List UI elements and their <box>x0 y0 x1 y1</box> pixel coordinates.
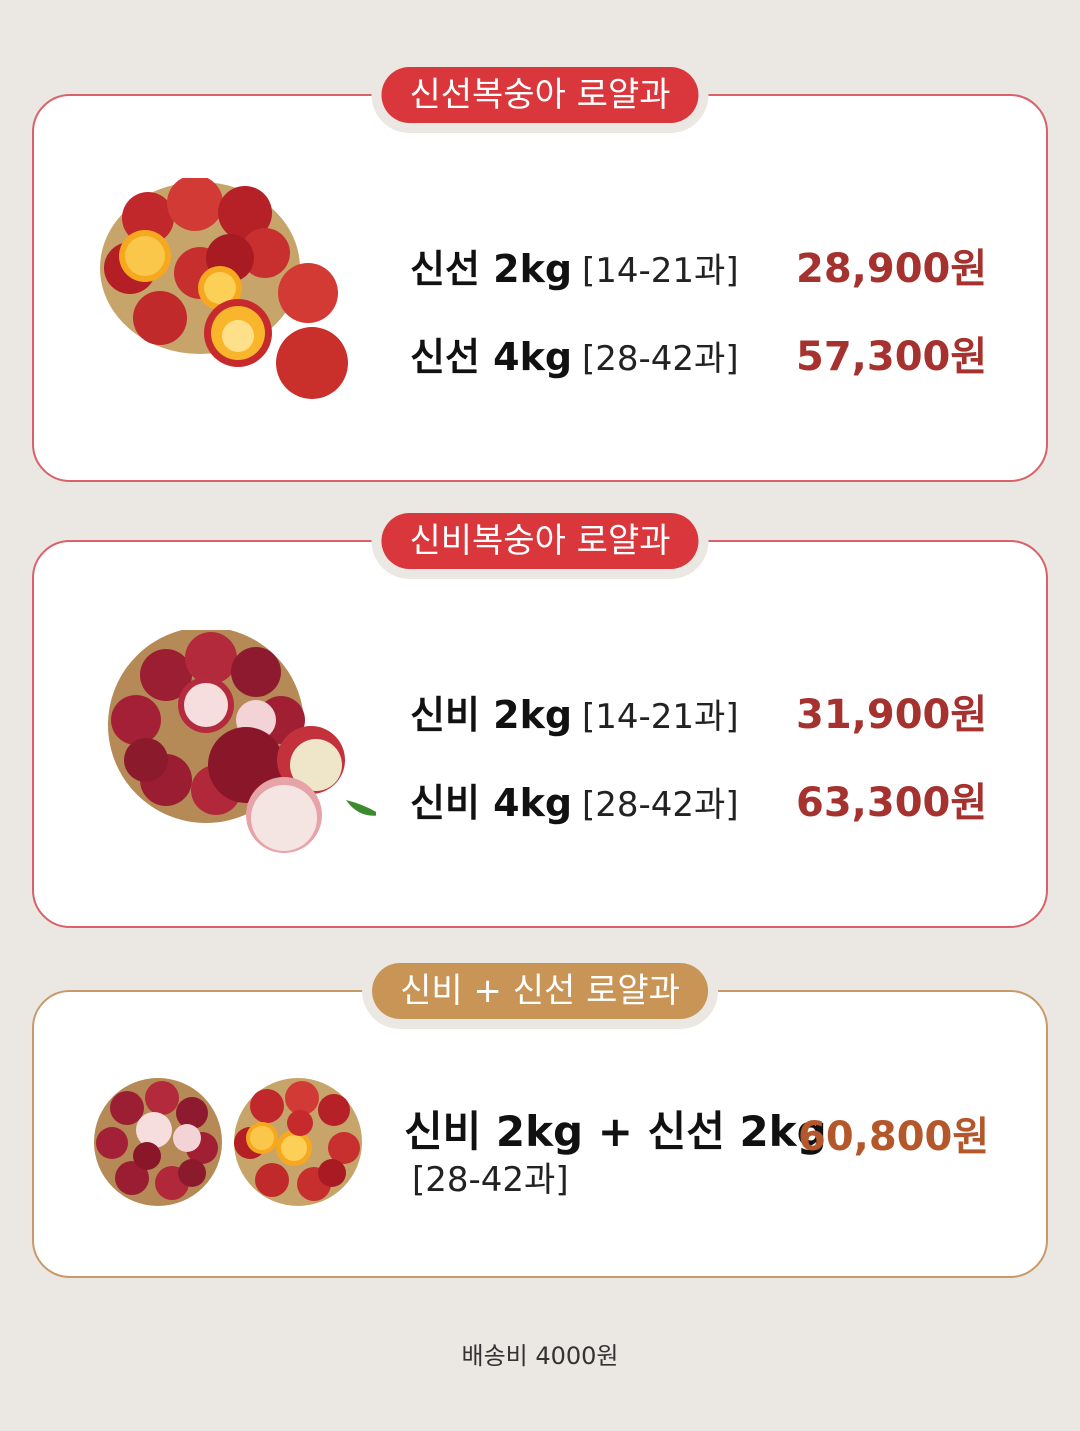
card-title-sinbi: 신비복숭아 로얄과 <box>381 513 699 569</box>
fruit-count: [28-42과] <box>582 339 739 379</box>
product-name: 신선 2kg <box>410 247 573 291</box>
product-name: 신비 4kg <box>410 781 573 825</box>
price-row: 신선 2kg [14-21과] 28,900원 <box>410 236 987 294</box>
fruit-count: [14-21과] <box>582 251 739 291</box>
card-title-sinseon: 신선복숭아 로얄과 <box>381 67 699 123</box>
fruit-count: [28-42과] <box>582 785 739 825</box>
price-row: 신비 4kg [28-42과] 63,300원 <box>410 770 987 828</box>
product-card-sinseon: 신선 2kg [14-21과] 28,900원 신선 4kg [28-42과] … <box>32 94 1048 482</box>
price: 31,900원 <box>796 692 988 738</box>
price: 63,300원 <box>796 780 988 826</box>
card-title-combo: 신비 + 신선 로얄과 <box>372 963 708 1019</box>
fruit-count: [28-42과] <box>412 1160 569 1200</box>
combo-product-name: 신비 2kg + 신선 2kg <box>404 1107 827 1156</box>
product-name: 신비 2kg <box>410 693 573 737</box>
price: 60,800원 <box>798 1114 990 1160</box>
peach-basket-sinseon-image <box>100 178 348 399</box>
peach-basket-sinbi-image <box>94 1078 222 1206</box>
price-row: 신선 4kg [28-42과] 57,300원 <box>410 324 987 382</box>
price: 57,300원 <box>796 334 988 380</box>
peach-basket-sinbi-image <box>108 630 376 853</box>
shipping-fee-note: 배송비 4000원 <box>461 1342 619 1370</box>
product-name: 신선 4kg <box>410 335 573 379</box>
fruit-count: [14-21과] <box>582 697 739 737</box>
product-card-combo: 신비 2kg + 신선 2kg [28-42과] 60,800원 <box>32 990 1048 1278</box>
peach-basket-sinseon-image <box>234 1078 362 1206</box>
price-row: 신비 2kg [14-21과] 31,900원 <box>410 682 987 740</box>
price: 28,900원 <box>796 246 988 292</box>
product-card-sinbi: 신비 2kg [14-21과] 31,900원 신비 4kg [28-42과] … <box>32 540 1048 928</box>
